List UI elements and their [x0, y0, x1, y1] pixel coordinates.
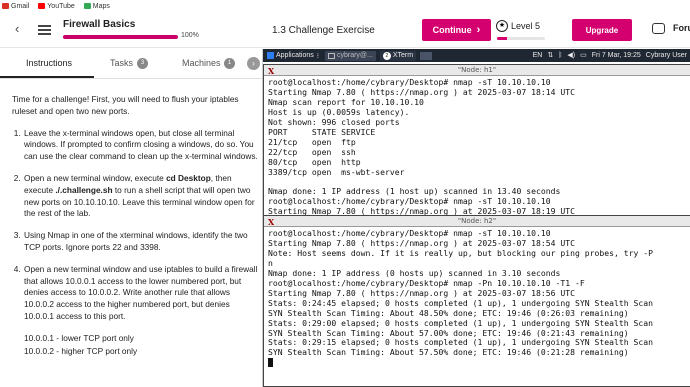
step-2-text: Open a new terminal window, execute — [24, 172, 167, 183]
step-2: Open a new terminal window, execute cd D… — [23, 173, 258, 220]
step-1: Leave the x-terminal windows open, but c… — [23, 128, 258, 163]
forum-icon[interactable] — [652, 23, 665, 34]
applications-label: Applications — [276, 52, 314, 59]
taskbar-window-xterm[interactable]: 2 XTerm — [379, 50, 417, 61]
step-2-command-script: ./.challenge.sh — [55, 184, 113, 195]
port-rule-high: 10.0.0.2 - higher TCP port only — [24, 345, 138, 356]
continue-button[interactable]: Continue › — [422, 19, 491, 41]
gmail-icon — [2, 3, 9, 9]
terminal-icon — [327, 52, 335, 59]
chevron-right-icon: › — [476, 24, 481, 36]
user-menu[interactable]: Cybrary User — [646, 52, 687, 59]
level-progress-fill — [497, 37, 507, 40]
forum-link[interactable]: Foru — [673, 23, 690, 33]
terminal-line: SYN Stealth Scan Timing: About 57.50% do… — [268, 347, 629, 358]
course-progress-bar — [63, 35, 178, 39]
xterm-window-h1[interactable]: X "Node: h1" root@localhost:/home/cybrar… — [263, 64, 690, 218]
level-star-icon: ★ — [496, 20, 508, 32]
pane-tabs: Instructions Tasks 3 Machines 1 › — [0, 49, 262, 79]
bookmark-maps[interactable]: Maps — [83, 2, 110, 10]
taskbar-window-label: XTerm — [392, 52, 414, 59]
tab-machines[interactable]: Machines — [182, 58, 221, 68]
terminal-output[interactable]: root@localhost:/home/cybrary/Desktop# nm… — [264, 76, 690, 217]
step-4: Open a new terminal window and use iptab… — [23, 264, 258, 358]
app-header: ‹ Firewall Basics 100% 1.3 Challenge Exe… — [0, 12, 690, 48]
course-progress-fill — [63, 35, 178, 39]
step-4-text: Open a new terminal window and use iptab… — [24, 263, 258, 321]
network-icon[interactable]: ⇅ — [547, 51, 553, 59]
upgrade-button[interactable]: Upgrade — [572, 19, 632, 41]
step-2-command-cd: cd Desktop — [166, 172, 211, 183]
xterm-titlebar[interactable]: X "Node: h1" — [264, 65, 690, 76]
course-title: Firewall Basics — [63, 19, 136, 30]
volume-icon[interactable]: ◀) — [567, 51, 575, 59]
instructions-steps: Leave the x-terminal windows open, but c… — [12, 128, 258, 358]
level-label: Level 5 — [511, 21, 541, 31]
bookmark-gmail[interactable]: Gmail — [2, 3, 29, 10]
bookmark-label: Maps — [92, 2, 110, 10]
tab-tasks[interactable]: Tasks — [110, 58, 133, 68]
instructions-intro: Time for a challenge! First, you will ne… — [12, 94, 239, 116]
applications-arrow: ⁝ — [316, 52, 319, 60]
xterm-title: "Node: h2" — [457, 217, 497, 225]
bookmarks-bar: Gmail YouTube Maps — [0, 0, 690, 12]
bookmark-label: YouTube — [47, 2, 75, 10]
menu-icon[interactable] — [38, 25, 51, 35]
machines-count-badge: 1 — [224, 58, 235, 69]
bookmark-youtube[interactable]: YouTube — [38, 3, 75, 10]
tasks-count-badge: 3 — [137, 58, 148, 69]
chevron-right-icon[interactable]: › — [247, 57, 260, 70]
window-count-badge: 2 — [382, 51, 391, 60]
keyboard-layout[interactable]: EN — [533, 52, 543, 59]
terminal-line: 3389/tcp open ms-wbt-server — [268, 166, 405, 177]
applications-menu[interactable]: Applications ⁝ — [267, 52, 319, 60]
chevron-left-icon[interactable]: ‹ — [15, 22, 25, 35]
terminal-cursor — [268, 358, 273, 368]
active-tab-indicator — [0, 76, 94, 78]
instructions-pane: Instructions Tasks 3 Machines 1 › Time f… — [0, 49, 262, 387]
tab-instructions[interactable]: Instructions — [26, 58, 72, 68]
bluetooth-icon[interactable]: ᛒ — [558, 52, 562, 59]
terminal-line: Note: Host seems down. If it is really u… — [268, 247, 653, 258]
applications-icon — [267, 52, 274, 59]
level-progress-bar — [497, 37, 545, 40]
xterm-titlebar[interactable]: X "Node: h2" — [264, 216, 690, 227]
bookmark-label: Gmail — [11, 2, 30, 10]
terminal-cursor-line — [268, 358, 690, 368]
youtube-icon — [38, 3, 46, 9]
step-3: Using Nmap in one of the xterminal windo… — [23, 230, 258, 254]
battery-icon[interactable]: ▭ — [580, 51, 587, 59]
taskbar-window-label: cybrary@... — [336, 52, 373, 59]
port-rule-low: 10.0.0.1 - lower TCP port only — [24, 332, 134, 343]
terminal-output[interactable]: root@localhost:/home/cybrary/Desktop# nm… — [264, 227, 690, 368]
clock[interactable]: Fri 7 Mar, 19:25 — [592, 52, 641, 59]
xterm-title: "Node: h1" — [457, 66, 497, 74]
taskbar-tray: EN ⇅ ᛒ ◀) ▭ Fri 7 Mar, 19:25 Cybrary Use… — [533, 51, 687, 60]
instructions-content: Time for a challenge! First, you will ne… — [12, 94, 258, 367]
lesson-title: 1.3 Challenge Exercise — [272, 25, 375, 36]
xterm-window-h2[interactable]: X "Node: h2" root@localhost:/home/cybrar… — [263, 215, 690, 387]
remote-desktop[interactable]: Applications ⁝ cybrary@... 2 XTerm EN ⇅ … — [262, 49, 690, 387]
workspace-icon[interactable] — [420, 51, 433, 60]
continue-label: Continue — [432, 25, 472, 35]
course-progress-percent: 100% — [181, 32, 199, 39]
maps-icon — [83, 3, 91, 9]
taskbar-window-cybrary[interactable]: cybrary@... — [324, 50, 376, 61]
desktop-taskbar: Applications ⁝ cybrary@... 2 XTerm EN ⇅ … — [263, 49, 690, 62]
